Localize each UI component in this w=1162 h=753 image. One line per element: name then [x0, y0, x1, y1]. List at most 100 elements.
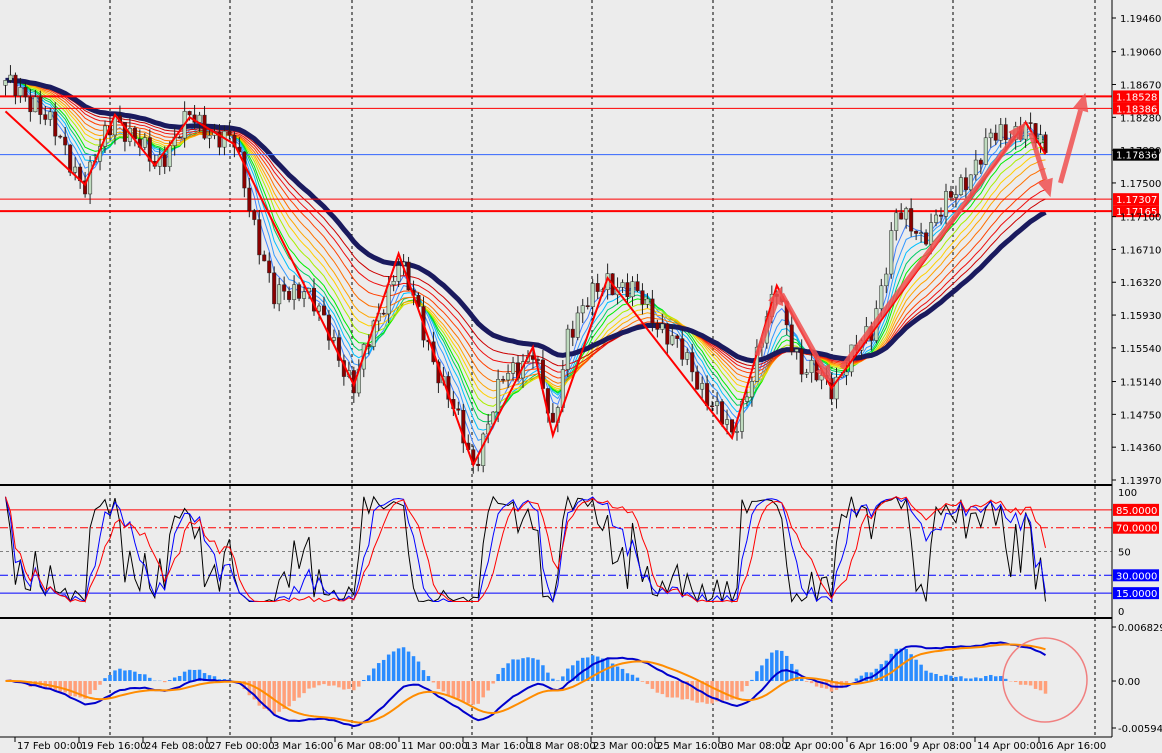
price-tick-label: 1.14360: [1120, 443, 1161, 454]
candle-body: [968, 174, 973, 191]
candle-body: [282, 284, 287, 292]
macd-histogram-bar: [526, 657, 530, 682]
macd-histogram-bar: [58, 681, 62, 692]
macd-histogram-bar: [964, 678, 968, 682]
time-tick-label: 6 Apr 16:00: [849, 741, 908, 752]
macd-histogram-bar: [441, 681, 446, 692]
candle-body: [744, 396, 749, 402]
candle-body: [511, 362, 516, 374]
macd-histogram-bar: [660, 681, 665, 695]
macd-histogram-bar: [342, 681, 346, 690]
macd-histogram-bar: [625, 673, 630, 682]
macd-histogram-bar: [133, 671, 137, 682]
candle-body: [635, 281, 640, 291]
candle-body: [227, 130, 232, 136]
macd-histogram-bar: [640, 681, 645, 682]
candle-body: [73, 166, 78, 173]
candle: [1043, 131, 1048, 154]
macd-histogram-bar: [1043, 681, 1048, 694]
price-tick-label: 1.19460: [1120, 14, 1161, 25]
candle-body: [889, 230, 894, 275]
candle-body: [292, 284, 297, 300]
candle-body: [963, 177, 968, 191]
candle-body: [720, 401, 725, 425]
candle-body: [247, 187, 252, 211]
candle-body: [983, 137, 988, 165]
macd-histogram-bar: [1003, 678, 1008, 682]
macd-histogram-bar: [451, 681, 456, 698]
candle-body: [481, 433, 486, 466]
macd-histogram-bar: [63, 681, 67, 693]
candle-body: [749, 381, 754, 398]
time-tick-label: 27 Feb 00:00: [209, 741, 275, 752]
macd-histogram-bar: [750, 679, 754, 682]
macd-histogram-bar: [949, 675, 953, 682]
candle-body: [570, 328, 575, 338]
macd-histogram-bar: [511, 659, 515, 682]
macd-histogram-bar: [376, 663, 381, 682]
macd-histogram-bar: [998, 676, 1003, 682]
candle-body: [809, 360, 814, 373]
candle-body: [391, 280, 396, 285]
candle-body: [53, 111, 58, 137]
candle-body: [958, 177, 963, 195]
macd-histogram-bar: [471, 681, 475, 705]
time-tick-label: 2 Apr 00:00: [785, 741, 844, 752]
candle-body: [934, 214, 939, 223]
candle-body: [550, 412, 555, 423]
candle-body: [396, 265, 401, 282]
macd-histogram-bar: [984, 676, 988, 682]
price-tick-label: 1.16710: [1120, 245, 1161, 256]
candle-body: [38, 96, 43, 115]
oscillator-level-label: 15.0000: [1116, 589, 1157, 600]
price-chart[interactable]: 1.185281.183861.173071.171651.17836 85.0…: [0, 0, 1162, 753]
macd-histogram-bar: [317, 681, 321, 686]
time-tick-label: 3 Mar 16:00: [273, 741, 333, 752]
macd-histogram-bar: [635, 677, 640, 682]
candle-body: [297, 284, 302, 299]
candle-body: [63, 136, 68, 146]
macd-histogram-bar: [924, 670, 928, 682]
macd-histogram-bar: [934, 674, 938, 682]
macd-histogram-bar: [162, 681, 167, 683]
candle-body: [630, 281, 635, 298]
candle-body: [725, 419, 730, 425]
price-tick-label: 1.16320: [1120, 278, 1161, 289]
macd-histogram-bar: [775, 650, 779, 682]
candle-body: [267, 260, 272, 274]
candle-body: [28, 96, 33, 113]
candle-body: [33, 96, 38, 113]
macd-histogram-bar: [506, 663, 510, 682]
macd-histogram-bar: [287, 681, 291, 707]
candle-body: [948, 191, 953, 198]
candle-body: [187, 111, 192, 116]
time-tick-label: 25 Mar 16:00: [657, 741, 724, 752]
candle-body: [844, 371, 849, 376]
candle-body: [799, 348, 804, 375]
macd-histogram-bar: [755, 671, 759, 682]
macd-histogram-bar: [277, 681, 281, 712]
candle-body: [993, 132, 998, 141]
candle-body: [321, 305, 326, 316]
macd-histogram-bar: [760, 665, 764, 682]
candle-body: [640, 290, 645, 305]
candle-body: [476, 463, 481, 466]
candle-body: [331, 337, 336, 341]
time-tick-label: 23 Mar 00:00: [593, 741, 660, 752]
candle-body: [23, 87, 28, 98]
candle: [297, 282, 302, 302]
candle-body: [929, 222, 934, 245]
candle-body: [789, 324, 794, 352]
macd-histogram-bar: [655, 681, 660, 693]
macd-histogram-bar: [491, 681, 495, 684]
macd-histogram-bar: [337, 681, 341, 688]
candle-body: [894, 212, 899, 231]
macd-histogram-bar: [421, 670, 426, 682]
candle-body: [645, 298, 650, 305]
macd-histogram-bar: [476, 681, 480, 704]
macd-histogram-bar: [436, 681, 441, 689]
candle-body: [670, 335, 675, 345]
candle-body: [575, 312, 580, 338]
candle-body: [685, 352, 690, 360]
macd-histogram-bar: [969, 678, 973, 682]
